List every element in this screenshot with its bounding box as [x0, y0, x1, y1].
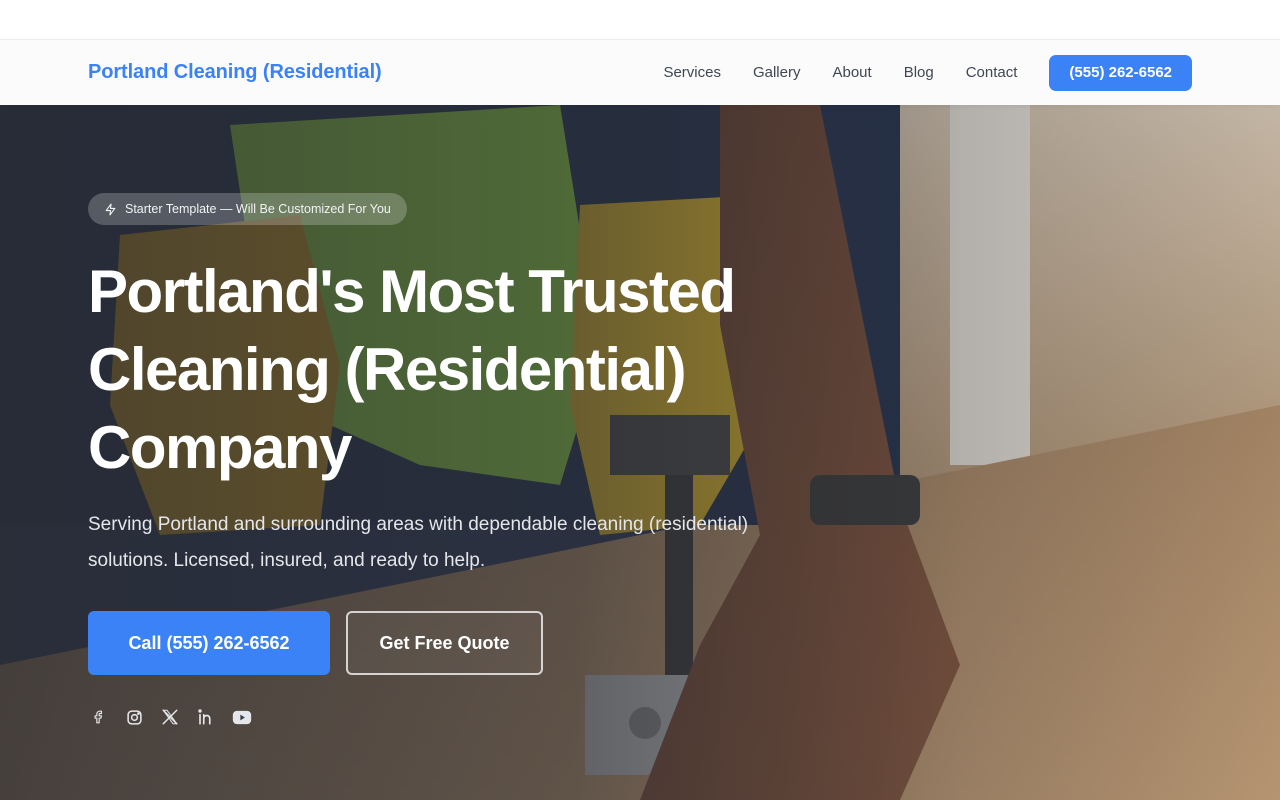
top-strip: [0, 0, 1280, 40]
linkedin-icon[interactable]: [196, 705, 216, 729]
brand-logo[interactable]: Portland Cleaning (Residential): [88, 61, 382, 84]
nav-link-blog[interactable]: Blog: [904, 64, 934, 81]
social-links: [88, 705, 268, 729]
nav-links: Services Gallery About Blog Contact: [663, 64, 1017, 81]
navbar: Portland Cleaning (Residential) Services…: [0, 40, 1280, 105]
hero-subtext: Serving Portland and surrounding areas w…: [88, 514, 749, 571]
nav-link-gallery[interactable]: Gallery: [753, 64, 801, 81]
youtube-icon[interactable]: [232, 705, 252, 729]
facebook-icon[interactable]: [88, 705, 108, 729]
nav-link-contact[interactable]: Contact: [966, 64, 1018, 81]
nav-link-about[interactable]: About: [832, 64, 871, 81]
badge-label: Starter Template — Will Be Customized Fo…: [125, 202, 391, 216]
instagram-icon[interactable]: [124, 705, 144, 729]
x-icon[interactable]: [160, 705, 180, 729]
template-badge: Starter Template — Will Be Customized Fo…: [88, 193, 407, 225]
hero-headline: Portland's Most Trusted Cleaning (Reside…: [88, 258, 736, 481]
hero-section: Starter Template — Will Be Customized Fo…: [0, 105, 1280, 800]
call-button[interactable]: Call (555) 262-6562: [88, 611, 330, 675]
nav-link-services[interactable]: Services: [663, 64, 721, 81]
lightning-icon: [105, 203, 116, 215]
get-quote-button[interactable]: Get Free Quote: [346, 611, 543, 675]
nav-phone-button[interactable]: (555) 262-6562: [1049, 54, 1192, 91]
